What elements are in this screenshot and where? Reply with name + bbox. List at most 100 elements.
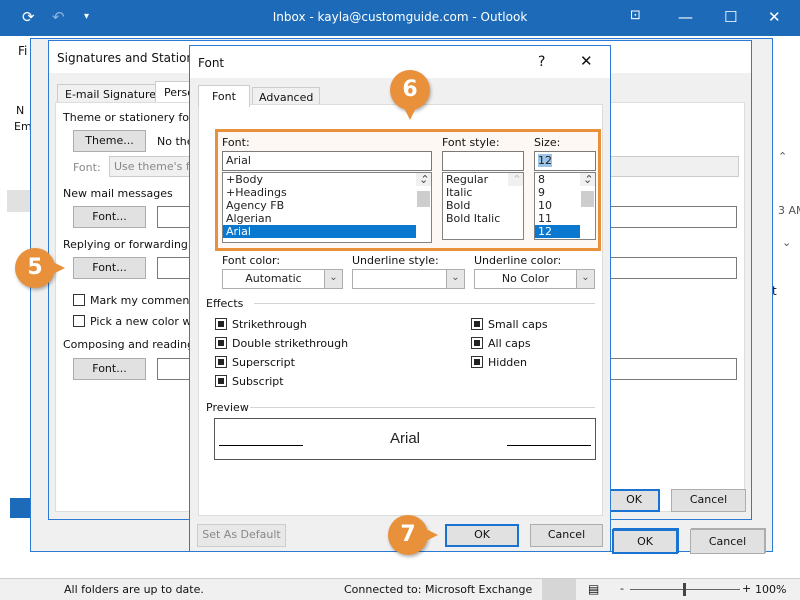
style-list-scrollbar[interactable]: ⌃: [508, 173, 523, 186]
file-tab[interactable]: Fi: [18, 44, 27, 58]
zoom-slider-thumb[interactable]: [683, 583, 686, 596]
all-caps-label: All caps: [488, 337, 531, 350]
font-style-list[interactable]: Regular Italic Bold Bold Italic ⌃: [442, 172, 524, 240]
tab-email-signature[interactable]: E-mail Signature: [57, 84, 165, 104]
subscript-checkbox[interactable]: [215, 375, 227, 387]
font-input[interactable]: Arial: [222, 151, 432, 171]
theme-button[interactable]: Theme...: [73, 130, 146, 152]
small-caps-checkbox[interactable]: [471, 318, 483, 330]
status-bar: All folders are up to date. Connected to…: [0, 578, 800, 600]
font-list-scrollbar[interactable]: ⌃ ⌄: [416, 173, 431, 207]
collapse-icon[interactable]: ⌃: [778, 150, 787, 163]
callout-step-6: 6: [390, 70, 430, 120]
preview-label: Preview: [206, 401, 249, 414]
mail-icon[interactable]: [10, 498, 30, 518]
font-cancel-button[interactable]: Cancel: [530, 524, 603, 547]
font-list[interactable]: +Body +Headings Agency FB Algerian Arial…: [222, 172, 432, 243]
effects-label: Effects: [206, 297, 244, 310]
composing-font-button[interactable]: Font...: [73, 358, 146, 380]
connection-status: Connected to: Microsoft Exchange: [344, 583, 533, 596]
theme-section-label: Theme or stationery for n: [63, 111, 204, 124]
superscript-checkbox[interactable]: [215, 356, 227, 368]
font-option[interactable]: Algerian: [223, 212, 431, 225]
size-option-selected[interactable]: 12: [535, 225, 580, 238]
preview-text: Arial: [389, 430, 420, 447]
style-option[interactable]: Bold: [443, 199, 523, 212]
subscript-label: Subscript: [232, 375, 284, 388]
minimize-icon[interactable]: —: [678, 8, 693, 26]
ribbon-display-icon[interactable]: ⊡: [630, 8, 641, 23]
reading-view-icon[interactable]: ▤: [588, 582, 599, 596]
size-list[interactable]: 8 9 10 11 12 ⌃ ⌄: [534, 172, 596, 240]
underline-color-label: Underline color:: [474, 254, 562, 267]
hidden-checkbox[interactable]: [471, 356, 483, 368]
underline-color-select[interactable]: No Color ⌄: [474, 269, 595, 289]
font-color-value: Automatic: [245, 272, 302, 285]
superscript-label: Superscript: [232, 356, 295, 369]
sync-status: All folders are up to date.: [64, 583, 204, 596]
font-color-label: Font color:: [222, 254, 281, 267]
folder-selected: [7, 190, 30, 212]
reply-font-button[interactable]: Font...: [73, 257, 146, 279]
chevron-down-icon: ⌄: [324, 270, 342, 288]
strikethrough-checkbox[interactable]: [215, 318, 227, 330]
preview-box: Arial: [214, 418, 596, 460]
theme-font-label: Font:: [73, 161, 101, 174]
close-icon[interactable]: ✕: [580, 52, 593, 70]
font-option-selected[interactable]: Arial: [223, 225, 416, 238]
font-option[interactable]: +Body: [223, 173, 431, 186]
font-style-input[interactable]: [442, 151, 524, 171]
pick-color-checkbox[interactable]: [73, 315, 85, 327]
pick-color-label: Pick a new color wh: [90, 315, 199, 328]
chevron-down-icon: ⌄: [576, 270, 594, 288]
replying-label: Replying or forwarding r: [63, 238, 196, 251]
zoom-out-icon[interactable]: -: [620, 582, 624, 595]
double-strikethrough-checkbox[interactable]: [215, 337, 227, 349]
font-option[interactable]: Agency FB: [223, 199, 431, 212]
small-caps-label: Small caps: [488, 318, 548, 331]
font-color-select[interactable]: Automatic ⌄: [222, 269, 343, 289]
outer-ok-button[interactable]: OK: [612, 529, 678, 554]
font-dialog-title: Font: [198, 56, 225, 70]
title-bar: ⟳ ↶ ▾ Inbox - kayla@customguide.com - Ou…: [0, 0, 800, 36]
chevron-down-icon: ⌄: [446, 270, 464, 288]
signatures-ok-button[interactable]: OK: [608, 489, 660, 512]
zoom-level[interactable]: 100%: [755, 583, 786, 596]
callout-step-7: 7: [388, 515, 438, 555]
underline-style-select[interactable]: ⌄: [352, 269, 465, 289]
message-time: 3 AM: [778, 204, 800, 217]
size-value: 12: [538, 154, 552, 167]
all-caps-checkbox[interactable]: [471, 337, 483, 349]
size-label: Size:: [534, 136, 561, 149]
set-as-default-button[interactable]: Set As Default: [197, 524, 286, 547]
style-option[interactable]: Bold Italic: [443, 212, 523, 225]
close-icon[interactable]: ✕: [768, 8, 781, 26]
composing-label: Composing and reading: [63, 338, 195, 351]
signatures-cancel-button[interactable]: Cancel: [671, 489, 746, 512]
style-option[interactable]: Italic: [443, 186, 523, 199]
font-dialog: Font ? ✕ Font Advanced Font: Arial +Body…: [189, 45, 611, 552]
outer-cancel-button[interactable]: Cancel: [690, 529, 765, 554]
underline-style-label: Underline style:: [352, 254, 439, 267]
expand-icon[interactable]: ⌄: [782, 236, 791, 249]
normal-view-icon[interactable]: [542, 579, 576, 600]
hidden-label: Hidden: [488, 356, 528, 369]
new-mail-label: New mail messages: [63, 187, 173, 200]
font-label: Font:: [222, 136, 250, 149]
tab-font[interactable]: Font: [198, 85, 250, 107]
zoom-in-icon[interactable]: +: [742, 582, 751, 595]
new-mail-font-button[interactable]: Font...: [73, 206, 146, 228]
size-input[interactable]: 12: [534, 151, 596, 171]
font-ok-button[interactable]: OK: [445, 524, 519, 547]
new-email-label[interactable]: N: [16, 104, 24, 117]
double-strikethrough-label: Double strikethrough: [232, 337, 349, 350]
help-icon[interactable]: ?: [538, 54, 545, 70]
outlook-nav: Fi N Em: [0, 36, 32, 578]
strikethrough-label: Strikethrough: [232, 318, 307, 331]
mark-comments-label: Mark my comments: [90, 294, 200, 307]
size-list-scrollbar[interactable]: ⌃ ⌄: [580, 173, 595, 207]
mark-comments-checkbox[interactable]: [73, 294, 85, 306]
size-option[interactable]: 11: [535, 212, 595, 225]
maximize-icon[interactable]: ☐: [724, 8, 737, 26]
font-option[interactable]: +Headings: [223, 186, 431, 199]
